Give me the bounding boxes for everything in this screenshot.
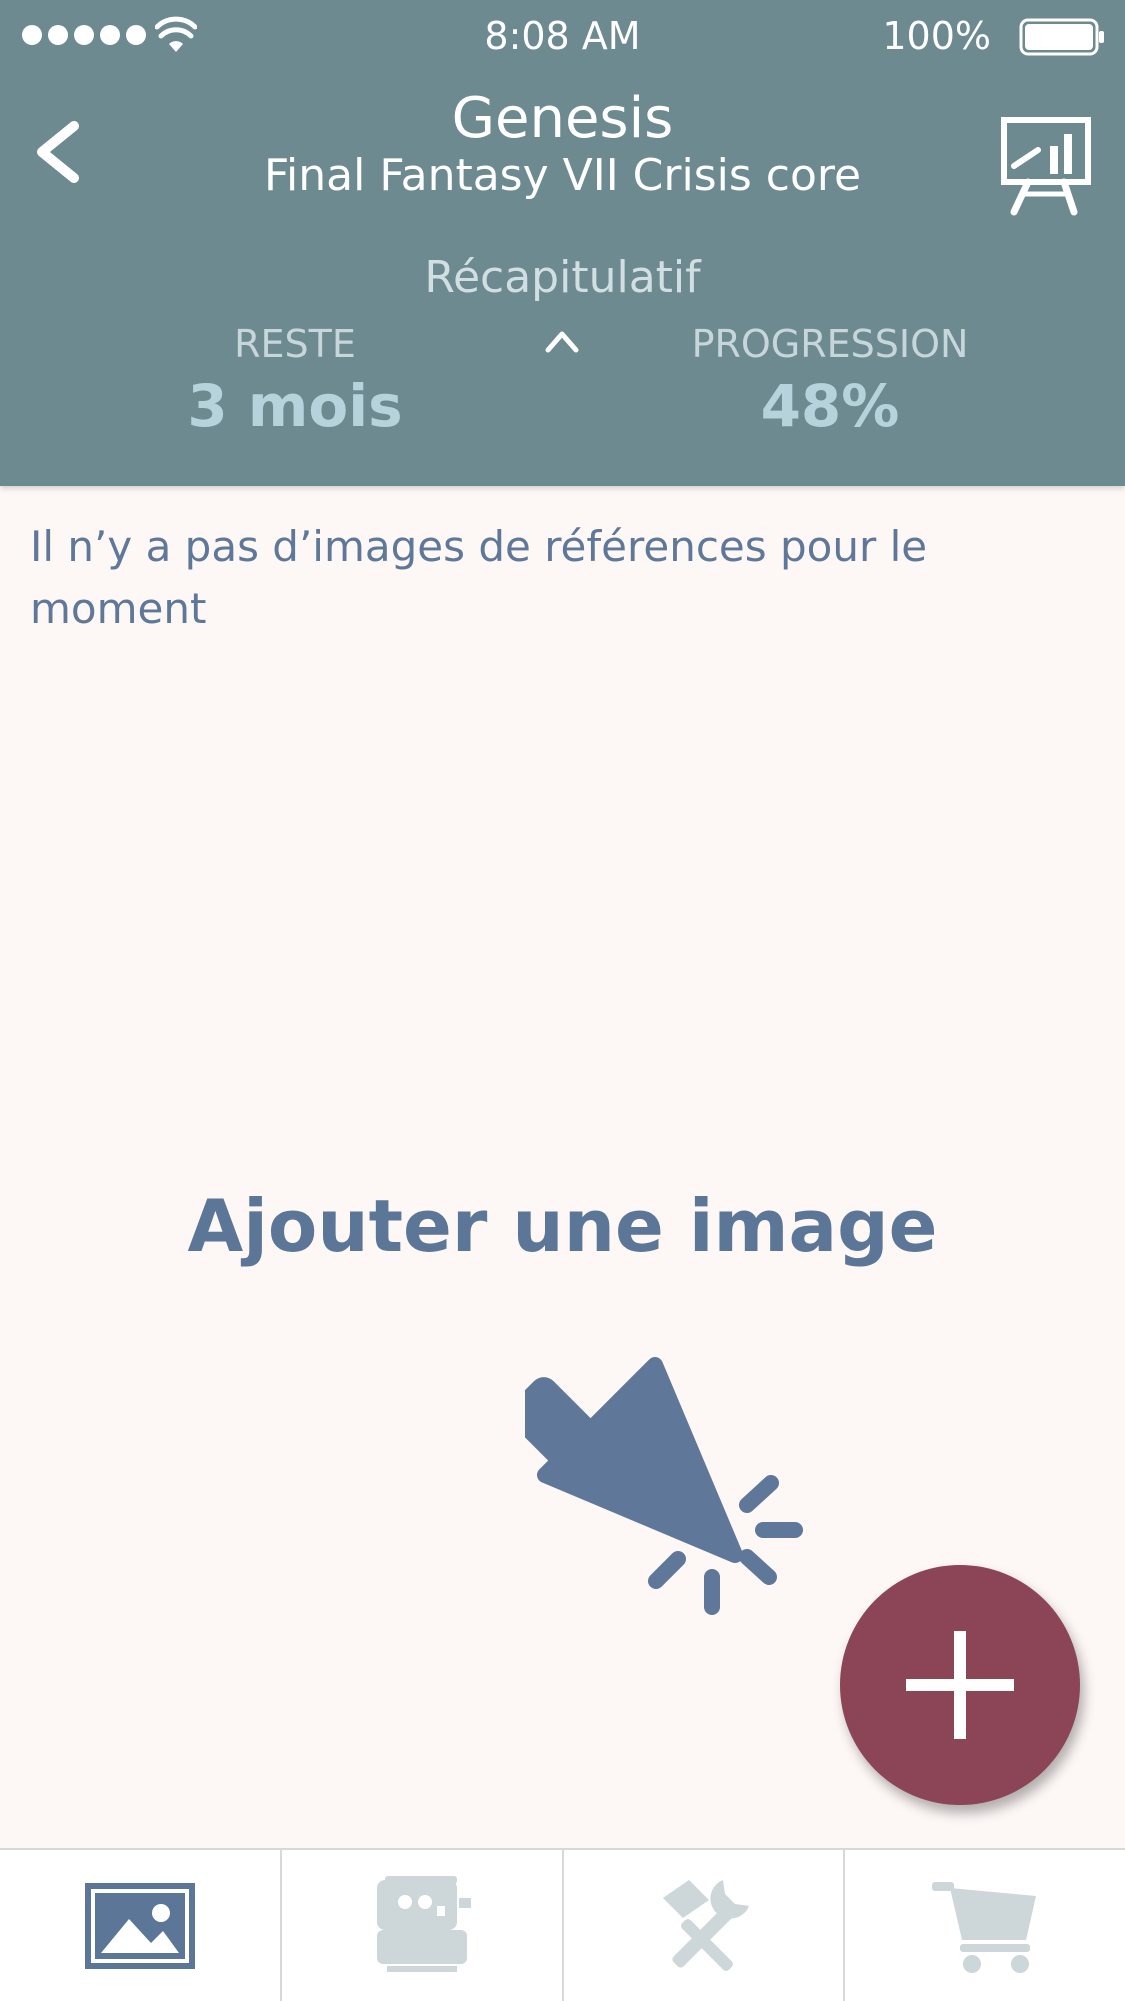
plus-icon [906,1631,1014,1739]
tools-icon [663,1879,750,1971]
tab-images[interactable] [0,1850,282,2001]
chevron-up-icon[interactable] [542,326,582,356]
status-bar: 8:08 AM 100% [0,0,1125,72]
remaining-value: 3 mois [187,372,403,440]
summary-label: Récapitulatif [424,252,701,303]
battery-icon [1019,18,1104,56]
screen: 8:08 AM 100% Genesis Final Fantasy VII C… [0,0,1125,2001]
page-title: Genesis [451,86,674,151]
tab-cart[interactable] [845,1850,1125,2001]
click-pointer-icon [525,1357,803,1615]
remaining-label: RESTE [234,322,356,366]
tab-tools[interactable] [564,1850,846,2001]
progress-value: 48% [760,372,900,440]
tab-bar [0,1848,1125,2001]
add-image-button[interactable] [840,1565,1080,1805]
progress-label: PROGRESSION [691,322,969,366]
image-icon [84,1882,195,1969]
add-image-label: Ajouter une image [187,1184,938,1268]
sewing-machine-icon [376,1875,471,1972]
tab-sewing[interactable] [282,1850,564,2001]
shopping-cart-icon [932,1881,1037,1973]
header: 8:08 AM 100% Genesis Final Fantasy VII C… [0,0,1125,486]
empty-message: Il n’y a pas d’images de références pour… [30,522,928,633]
page-subtitle: Final Fantasy VII Crisis core [263,150,862,201]
presentation-chart-icon[interactable] [1000,116,1092,216]
battery-percentage: 100% [882,14,991,58]
